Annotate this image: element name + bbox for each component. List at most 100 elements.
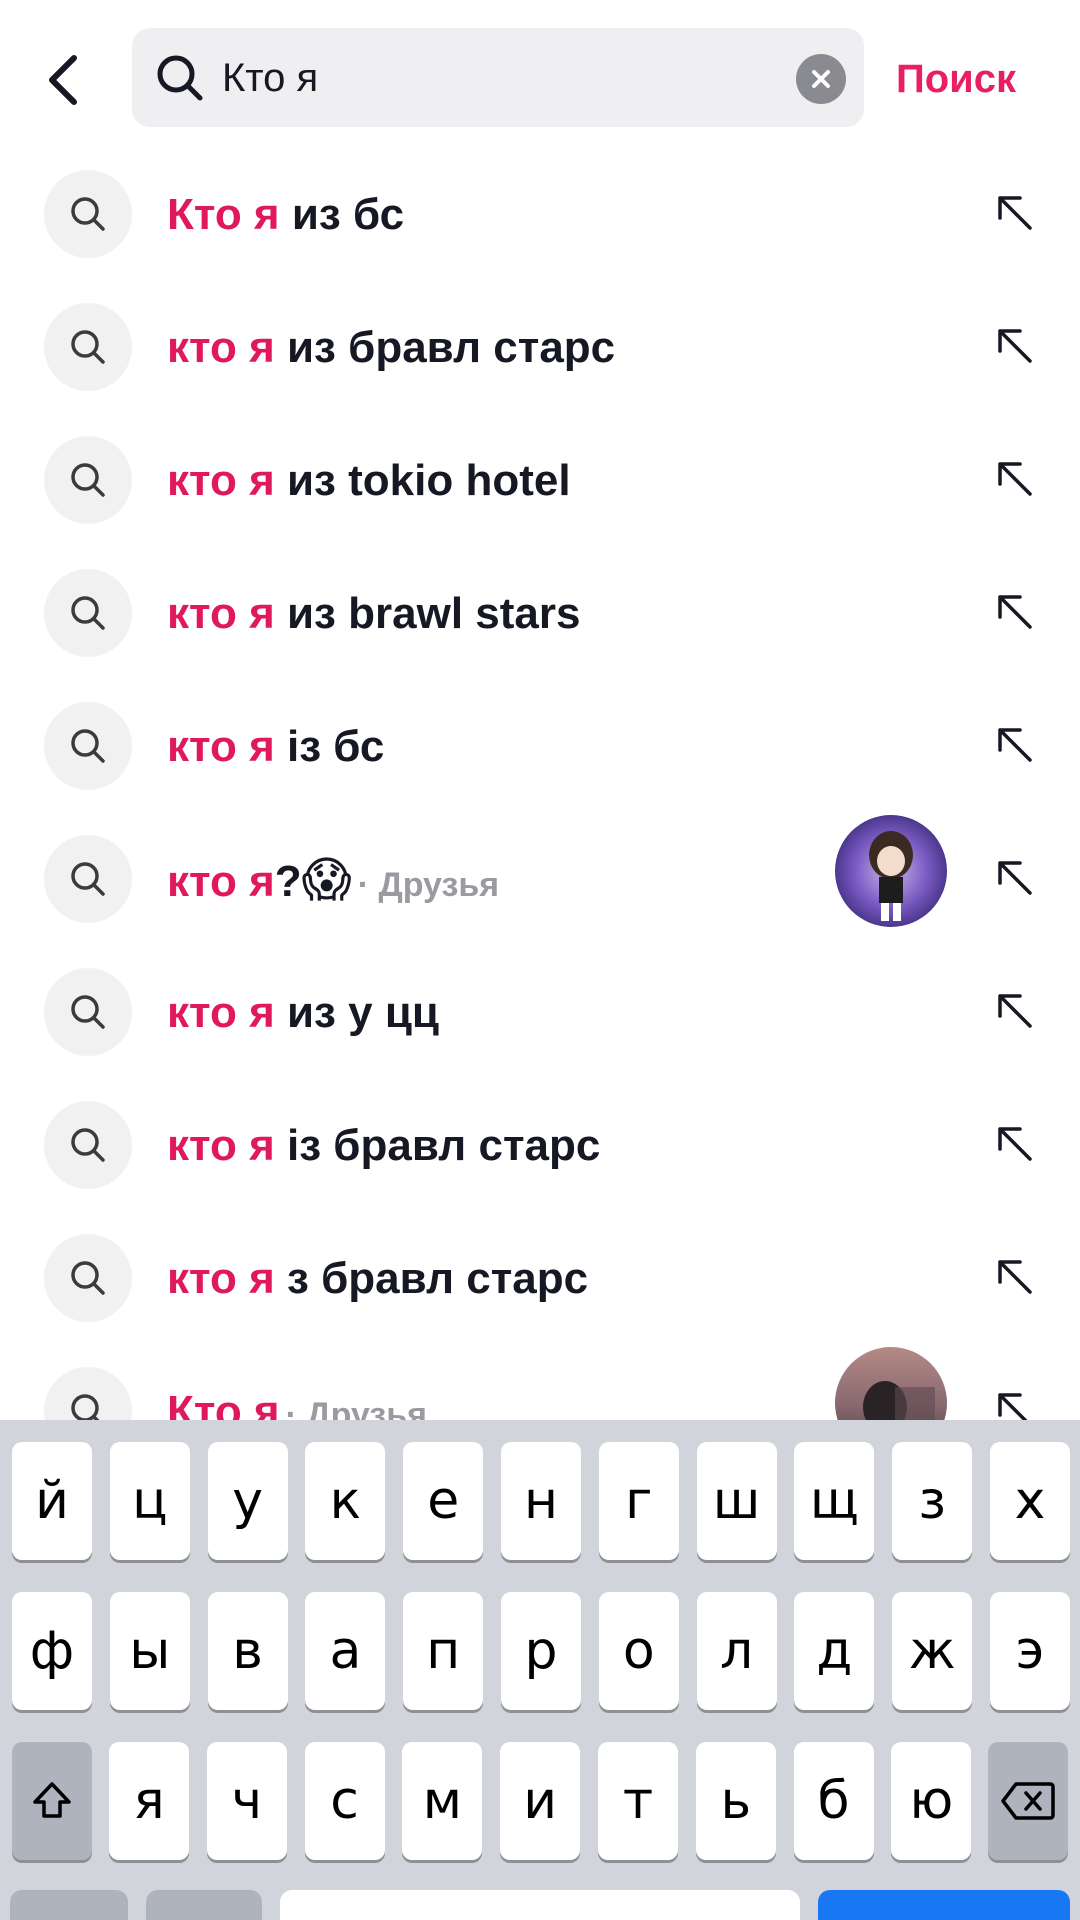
key-д[interactable]: д — [794, 1592, 875, 1710]
shift-key[interactable] — [12, 1742, 92, 1860]
suggestion-highlight: кто я — [167, 722, 275, 771]
search-icon — [71, 330, 105, 364]
suggestion-text: кто я з бравл старс — [167, 1244, 588, 1314]
suggestion-rest: ? — [274, 857, 302, 906]
suggestion-row[interactable]: кто я из у цц — [0, 948, 1080, 1081]
search-key[interactable] — [818, 1890, 1070, 1920]
suggestion-row[interactable]: Кто я из бс — [0, 150, 1080, 283]
key-в[interactable]: в — [207, 1592, 288, 1710]
key-ц[interactable]: ц — [109, 1442, 190, 1560]
key-и[interactable]: и — [500, 1742, 581, 1860]
key-п[interactable]: п — [403, 1592, 484, 1710]
suggestion-row[interactable]: кто я із бравл старс — [0, 1081, 1080, 1214]
suggestion-text: кто я із бс — [167, 712, 384, 782]
suggestion-search-badge — [44, 1234, 132, 1322]
suggestion-row[interactable]: кто я из brawl stars — [0, 549, 1080, 682]
fill-query-arrow-icon[interactable] — [990, 1252, 1038, 1300]
globe-key[interactable] — [146, 1890, 262, 1920]
fill-query-arrow-icon[interactable] — [990, 1119, 1038, 1167]
suggestion-search-badge — [44, 968, 132, 1056]
fill-query-arrow-icon[interactable] — [990, 986, 1038, 1034]
key-ж[interactable]: ж — [892, 1592, 973, 1710]
suggestion-rest: из бравл старс — [274, 323, 616, 372]
fill-query-arrow-icon[interactable] — [990, 853, 1038, 901]
clear-search-button[interactable] — [796, 54, 846, 104]
search-bar[interactable] — [132, 28, 864, 127]
key-о[interactable]: о — [598, 1592, 679, 1710]
scared-face-emoji: 😱 — [301, 852, 352, 908]
key-л[interactable]: л — [696, 1592, 777, 1710]
suggestion-row[interactable]: кто я из бравл старс — [0, 283, 1080, 416]
search-icon — [71, 463, 105, 497]
key-ы[interactable]: ы — [109, 1592, 190, 1710]
key-г[interactable]: г — [598, 1442, 679, 1560]
suggestion-text: кто я?😱 · Друзья — [167, 845, 499, 915]
suggestion-highlight: кто я — [167, 857, 275, 906]
suggestion-search-badge — [44, 1101, 132, 1189]
suggestion-list: Кто я из бс кто я из бравл старс кто я из … — [0, 150, 1080, 1480]
space-key[interactable] — [280, 1890, 800, 1920]
suggestion-row[interactable]: кто я з бравл старс — [0, 1214, 1080, 1347]
back-button[interactable] — [36, 44, 88, 116]
key-ь[interactable]: ь — [695, 1742, 776, 1860]
fill-query-arrow-icon[interactable] — [990, 188, 1038, 236]
suggestion-text: Кто я из бс — [167, 180, 404, 250]
search-input[interactable] — [222, 46, 782, 110]
key-м[interactable]: м — [402, 1742, 483, 1860]
suggestion-search-badge — [44, 702, 132, 790]
suggestion-highlight: Кто я — [167, 190, 280, 239]
suggestion-row[interactable]: кто я із бс — [0, 682, 1080, 815]
search-icon — [71, 596, 105, 630]
key-э[interactable]: э — [990, 1592, 1070, 1710]
key-ч[interactable]: ч — [206, 1742, 287, 1860]
suggestion-text: кто я из у цц — [167, 978, 439, 1048]
key-н[interactable]: н — [501, 1442, 581, 1560]
suggestion-rest: з бравл старс — [274, 1254, 589, 1303]
suggestion-search-badge — [44, 436, 132, 524]
suggestion-rest: из у цц — [274, 988, 439, 1037]
suggestion-highlight: кто я — [167, 323, 275, 372]
suggestion-highlight: кто я — [167, 1121, 275, 1170]
key-ф[interactable]: ф — [12, 1592, 92, 1710]
key-ш[interactable]: ш — [696, 1442, 777, 1560]
fill-query-arrow-icon[interactable] — [990, 587, 1038, 635]
search-icon — [157, 55, 203, 101]
suggestion-rest: из бс — [279, 190, 405, 239]
suggestion-search-badge — [44, 569, 132, 657]
suggestion-rest: из tokio hotel — [274, 456, 571, 505]
backspace-key[interactable] — [988, 1742, 1068, 1860]
suggestion-row[interactable]: кто я?😱 · Друзья — [0, 815, 1080, 948]
key-х[interactable]: х — [990, 1442, 1070, 1560]
key-щ[interactable]: щ — [794, 1442, 875, 1560]
search-icon — [71, 1128, 105, 1162]
key-к[interactable]: к — [305, 1442, 386, 1560]
fill-query-arrow-icon[interactable] — [990, 454, 1038, 502]
suggestion-text: кто я из бравл старс — [167, 313, 615, 383]
key-ю[interactable]: ю — [891, 1742, 972, 1860]
close-icon — [812, 70, 830, 88]
key-у[interactable]: у — [207, 1442, 288, 1560]
screen: Поиск Кто я из бскто я из бравл старскто… — [0, 0, 1080, 1920]
key-е[interactable]: е — [403, 1442, 484, 1560]
suggestion-search-badge — [44, 170, 132, 258]
key-я[interactable]: я — [109, 1742, 189, 1860]
shift-icon — [33, 1782, 71, 1818]
fill-query-arrow-icon[interactable] — [990, 321, 1038, 369]
numbers-key[interactable] — [10, 1890, 128, 1920]
suggestion-highlight: кто я — [167, 1254, 275, 1303]
fill-query-arrow-icon[interactable] — [990, 720, 1038, 768]
search-submit-button[interactable]: Поиск — [896, 44, 1016, 114]
key-р[interactable]: р — [501, 1592, 581, 1710]
search-icon — [71, 995, 105, 1029]
key-й[interactable]: й — [12, 1442, 92, 1560]
suggestion-text: кто я из tokio hotel — [167, 446, 571, 516]
suggestion-row[interactable]: кто я из tokio hotel — [0, 416, 1080, 549]
key-а[interactable]: а — [305, 1592, 386, 1710]
search-icon — [71, 862, 105, 896]
key-т[interactable]: т — [598, 1742, 678, 1860]
key-с[interactable]: с — [304, 1742, 385, 1860]
key-б[interactable]: б — [793, 1742, 874, 1860]
key-з[interactable]: з — [892, 1442, 973, 1560]
suggestion-rest: із бравл старс — [274, 1121, 601, 1170]
suggestion-text: кто я із бравл старс — [167, 1111, 600, 1181]
